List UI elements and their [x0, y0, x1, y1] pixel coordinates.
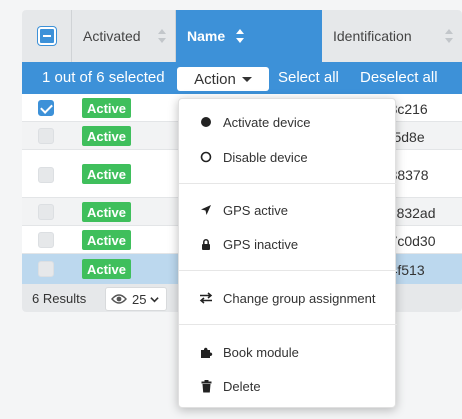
per-page-select[interactable]: 25 — [105, 287, 167, 311]
menu-item-book-module[interactable]: Book module — [179, 337, 397, 367]
caret-down-icon — [241, 76, 252, 82]
status-badge: Active — [82, 230, 131, 250]
action-dropdown-button[interactable]: Action — [177, 67, 269, 91]
column-label-identification: Identification — [333, 28, 412, 44]
menu-item-change-group-assignment[interactable]: Change group assignment — [179, 283, 397, 313]
trash-icon — [199, 379, 213, 393]
status-badge: Active — [82, 259, 131, 279]
menu-item-label: GPS active — [223, 202, 289, 218]
selection-count: 1 out of 6 selected — [42, 69, 165, 86]
action-label: Action — [194, 70, 236, 88]
row-checkbox[interactable] — [38, 100, 54, 116]
menu-item-label: Change group assignment — [223, 290, 376, 306]
status-badge: Active — [82, 126, 131, 146]
exchange-arrows-icon — [199, 291, 213, 305]
location-arrow-icon — [199, 203, 213, 217]
deselect-all-link[interactable]: Deselect all — [360, 69, 438, 86]
row-checkbox[interactable] — [38, 261, 54, 277]
column-header-name[interactable]: Name — [176, 10, 322, 62]
sort-icon — [158, 29, 166, 43]
menu-item-disable-device[interactable]: Disable device — [179, 142, 397, 172]
row-checkbox[interactable] — [38, 204, 54, 220]
chevron-down-icon — [150, 296, 160, 302]
action-menu: Activate device Disable device GPS activ… — [178, 98, 397, 408]
row-checkbox[interactable] — [38, 167, 54, 183]
row-checkbox[interactable] — [38, 232, 54, 248]
status-badge: Active — [82, 202, 131, 222]
empty-circle-icon — [199, 150, 213, 164]
menu-item-label: Disable device — [223, 149, 308, 165]
results-count: 6 Results — [32, 291, 87, 306]
column-header-identification[interactable]: Identification — [322, 10, 462, 62]
menu-divider — [179, 270, 397, 271]
per-page-value: 25 — [132, 291, 147, 307]
menu-item-gps-inactive[interactable]: GPS inactive — [179, 229, 397, 259]
lock-icon — [199, 237, 213, 251]
menu-item-label: Delete — [223, 378, 261, 394]
menu-item-delete[interactable]: Delete — [179, 371, 397, 401]
menu-divider — [179, 183, 397, 184]
column-header-activated[interactable]: Activated — [72, 10, 176, 62]
puzzle-piece-icon — [199, 345, 213, 359]
filled-circle-icon — [199, 115, 213, 129]
column-label-activated: Activated — [83, 28, 141, 44]
select-all-link[interactable]: Select all — [278, 69, 339, 86]
table-header: Activated Name Identification — [22, 10, 462, 62]
menu-divider — [179, 324, 397, 325]
select-all-checkbox[interactable] — [37, 27, 56, 45]
menu-item-label: GPS inactive — [223, 236, 299, 252]
sort-icon — [445, 29, 453, 43]
menu-item-activate-device[interactable]: Activate device — [179, 107, 397, 137]
header-select-cell — [22, 10, 72, 62]
sort-icon — [236, 29, 245, 43]
menu-item-label: Book module — [223, 344, 299, 360]
menu-item-label: Activate device — [223, 114, 311, 130]
row-checkbox[interactable] — [38, 128, 54, 144]
eye-icon — [111, 294, 127, 304]
selection-bar: 1 out of 6 selected Action Select all De… — [22, 62, 462, 94]
menu-item-gps-active[interactable]: GPS active — [179, 195, 397, 225]
column-label-name: Name — [187, 28, 226, 44]
status-badge: Active — [82, 164, 131, 184]
status-badge: Active — [82, 98, 131, 118]
